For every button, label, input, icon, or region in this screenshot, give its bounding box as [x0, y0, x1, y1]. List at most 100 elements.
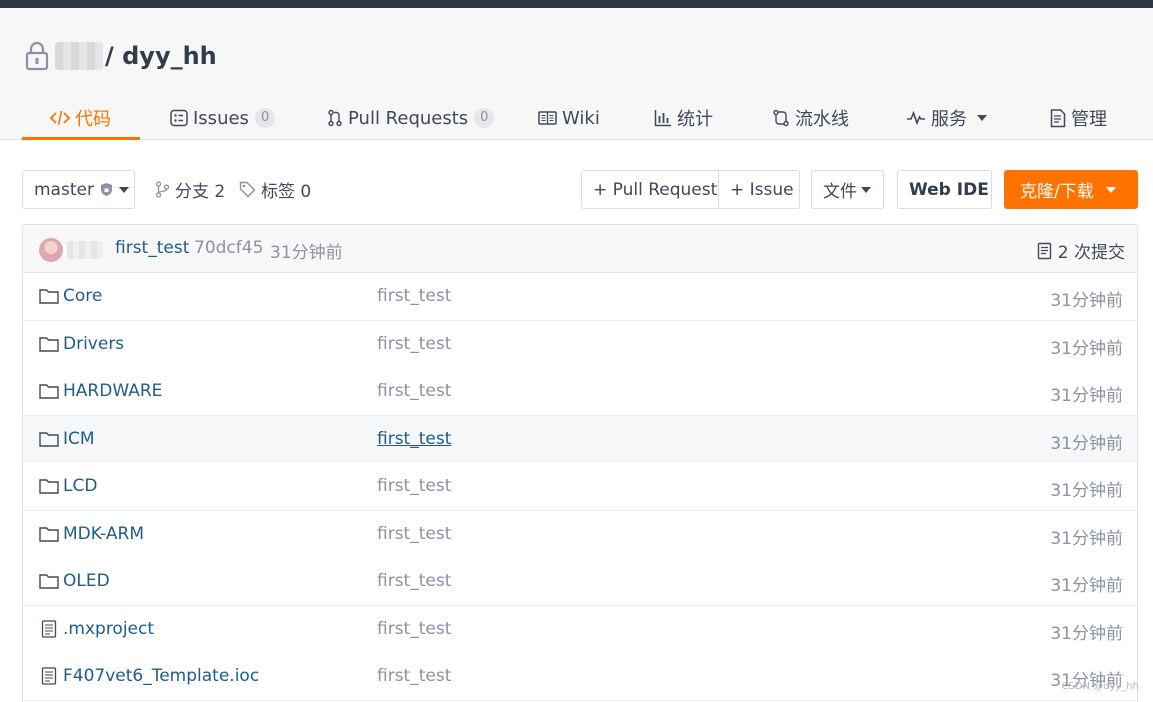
tab-statistics[interactable]: 统计 [654, 96, 713, 140]
file-name[interactable]: Drivers [63, 334, 124, 354]
clone-download-label: 克隆/下载 [1020, 182, 1094, 202]
issues-icon [170, 109, 188, 127]
bar-chart-icon [654, 109, 672, 127]
file-commit-time: 31分钟前 [1050, 624, 1123, 644]
chevron-down-icon [1105, 186, 1116, 193]
watermark: CSDN @dyy_hh [1061, 681, 1139, 692]
file-row[interactable]: Drivers first_test 31分钟前 [23, 321, 1137, 369]
branches-link[interactable]: 分支 2 [155, 170, 225, 209]
file-name[interactable]: OLED [63, 571, 110, 591]
file-commit-time: 31分钟前 [1050, 434, 1123, 454]
file-commit-message[interactable]: first_test [377, 571, 451, 591]
tab-wiki[interactable]: Wiki [538, 96, 600, 140]
file-commit-message[interactable]: first_test [377, 381, 451, 401]
file-commit-message[interactable]: first_test [377, 334, 451, 354]
file-commit-time: 31分钟前 [1050, 576, 1123, 596]
new-issue-button[interactable]: + Issue [718, 170, 800, 209]
file-commit-message[interactable]: first_test [377, 524, 451, 544]
file-list: first_test 70dcf45 31分钟前 2 次提交 Core firs… [22, 224, 1138, 702]
tab-label: Wiki [562, 107, 600, 129]
clone-download-button[interactable]: 克隆/下载 [1004, 170, 1138, 209]
tab-label: 管理 [1071, 109, 1107, 130]
file-name[interactable]: F407vet6_Template.ioc [63, 666, 259, 686]
file-commit-message[interactable]: first_test [377, 429, 451, 449]
tags-link[interactable]: 标签 0 [239, 170, 311, 209]
repo-tabs: 代码 Issues 0 Pull Requests 0 Wiki 统计 流水线 … [22, 96, 1142, 140]
file-commit-time: 31分钟前 [1050, 291, 1123, 311]
file-name[interactable]: MDK-ARM [63, 524, 144, 544]
tab-label: Pull Requests [348, 107, 469, 129]
web-ide-button[interactable]: Web IDE [897, 170, 992, 209]
tab-admin[interactable]: 管理 [1050, 96, 1107, 140]
file-name[interactable]: LCD [63, 476, 97, 496]
latest-commit-bar: first_test 70dcf45 31分钟前 2 次提交 [23, 225, 1137, 273]
folder-icon [39, 477, 59, 495]
repo-owner[interactable] [55, 42, 103, 70]
document-icon [1050, 108, 1066, 128]
file-row[interactable]: ICM first_test 31分钟前 [23, 416, 1137, 464]
commits-count-link[interactable]: 2 次提交 [1037, 238, 1125, 263]
tab-label: 统计 [677, 109, 713, 130]
file-commit-time: 31分钟前 [1050, 529, 1123, 549]
file-row[interactable]: F407vet6_Template.ioc first_test 31分钟前 [23, 653, 1137, 701]
branches-count: 分支 2 [175, 182, 226, 202]
tab-services[interactable]: 服务 [906, 96, 987, 140]
web-ide-label: Web IDE [909, 179, 989, 200]
file-name[interactable]: Core [63, 286, 102, 306]
folder-icon [39, 287, 59, 305]
tab-label: Issues [193, 107, 249, 129]
file-menu-button[interactable]: 文件 [811, 170, 884, 209]
tags-count: 标签 0 [261, 182, 312, 202]
file-row[interactable]: OLED first_test 31分钟前 [23, 558, 1137, 606]
commit-author[interactable] [67, 241, 103, 259]
new-pull-request-label: + Pull Request [593, 179, 718, 200]
branch-select[interactable]: master [22, 170, 135, 209]
file-row[interactable]: MDK-ARM first_test 31分钟前 [23, 511, 1137, 559]
tab-code[interactable]: 代码 [50, 96, 111, 140]
pulse-icon [906, 110, 926, 126]
commits-count: 2 次提交 [1057, 243, 1125, 263]
chevron-down-icon [118, 186, 129, 193]
file-name[interactable]: .mxproject [63, 619, 154, 639]
file-commit-time: 31分钟前 [1050, 386, 1123, 406]
file-commit-message[interactable]: first_test [377, 666, 451, 686]
file-row[interactable]: HARDWARE first_test 31分钟前 [23, 368, 1137, 416]
file-row[interactable]: Core first_test 31分钟前 [23, 273, 1137, 321]
pull-request-icon [327, 109, 343, 127]
folder-icon [39, 572, 59, 590]
new-issue-label: + Issue [730, 179, 794, 200]
branch-label: master [34, 179, 94, 200]
new-pull-request-button[interactable]: + Pull Request [581, 170, 719, 209]
commit-message[interactable]: first_test [115, 238, 189, 258]
file-name[interactable]: ICM [63, 429, 95, 449]
repo-toolbar: master 分支 2 标签 0 + Pull Request + Issue … [22, 170, 1138, 210]
commit-sha[interactable]: 70dcf45 [194, 238, 263, 258]
repo-title: / dyy_hh [23, 40, 217, 72]
file-name[interactable]: HARDWARE [63, 381, 162, 401]
file-commit-message[interactable]: first_test [377, 476, 451, 496]
file-commit-message[interactable]: first_test [377, 286, 451, 306]
avatar[interactable] [39, 238, 63, 262]
tab-pull-requests[interactable]: Pull Requests 0 [327, 96, 495, 140]
tab-label: 流水线 [795, 109, 849, 130]
issues-count-badge: 0 [254, 108, 276, 128]
pull-requests-count-badge: 0 [474, 108, 495, 128]
file-row[interactable]: LCD first_test 31分钟前 [23, 463, 1137, 511]
folder-icon [39, 525, 59, 543]
tab-pipeline[interactable]: 流水线 [772, 96, 849, 140]
folder-icon [39, 335, 59, 353]
folder-icon [39, 382, 59, 400]
tab-label: 代码 [75, 109, 111, 130]
chevron-down-icon [977, 115, 987, 121]
file-row[interactable]: .mxproject first_test 31分钟前 [23, 606, 1137, 654]
file-commit-time: 31分钟前 [1050, 481, 1123, 501]
tab-label: 服务 [931, 109, 967, 130]
file-commit-message[interactable]: first_test [377, 619, 451, 639]
shield-icon [100, 182, 113, 197]
tab-issues[interactable]: Issues 0 [170, 96, 276, 140]
top-bar [0, 0, 1153, 8]
file-menu-label: 文件 [823, 182, 857, 202]
file-commit-time: 31分钟前 [1050, 339, 1123, 359]
repo-name[interactable]: / dyy_hh [105, 42, 217, 70]
pipeline-icon [772, 109, 790, 127]
